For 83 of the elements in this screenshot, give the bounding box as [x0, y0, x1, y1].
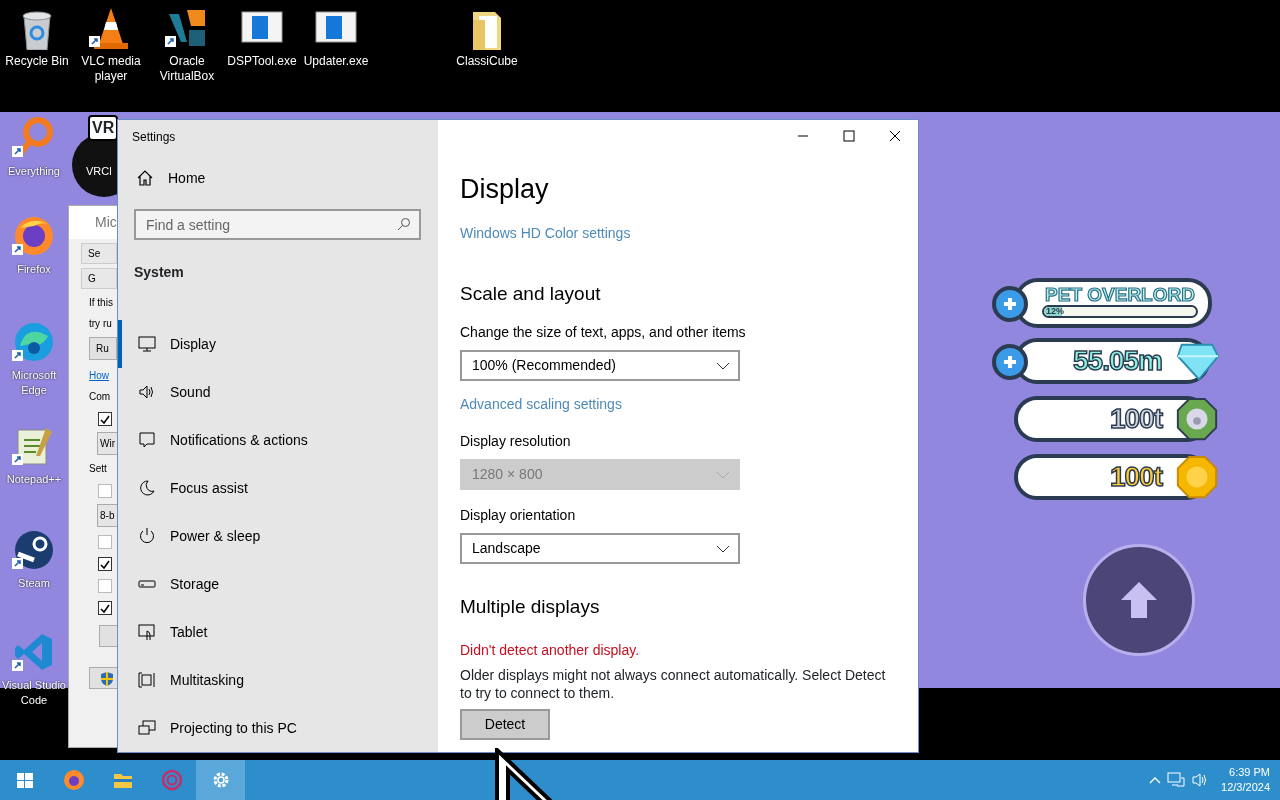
section-heading: Multiple displays [460, 595, 601, 619]
icon-label[interactable]: Updater.exe [303, 54, 369, 69]
dropdown[interactable]: Landscape [460, 533, 740, 564]
rank-title: PET OVERLORD [1045, 284, 1195, 305]
notifications-icon [138, 431, 156, 449]
tab[interactable]: Se [81, 243, 117, 264]
field-label: Change the size of text, apps, and other items [460, 323, 747, 342]
checkbox[interactable] [98, 412, 112, 426]
display-icon [138, 335, 156, 353]
ring-icon [160, 769, 183, 791]
icon-label[interactable]: DSPTool.exe [227, 54, 297, 69]
sidebar-item[interactable]: Multitasking [118, 656, 438, 704]
clock[interactable]: 6:39 PM 12/3/2024 [1221, 765, 1270, 795]
checkbox[interactable] [98, 484, 112, 498]
dropdown-field[interactable]: Wir [97, 432, 117, 455]
icon-label[interactable]: VLC media player [74, 54, 148, 84]
page-title: Display [460, 173, 550, 206]
icon-label[interactable]: ClassiCube [456, 54, 518, 69]
window-title: Mic [69, 206, 117, 239]
browser-icon[interactable] [12, 214, 56, 258]
tablet-icon [138, 623, 156, 641]
icon-label[interactable]: Oracle VirtualBox [150, 54, 224, 84]
checkbox[interactable] [98, 601, 112, 615]
currency-amount: 100t [1109, 405, 1162, 433]
chevron-down-icon [716, 544, 730, 553]
shield-button[interactable] [89, 667, 117, 689]
coin-icon [1174, 455, 1220, 501]
projecting-icon [138, 719, 156, 737]
description-text: Older displays might not always connect automatically. Select Detect to try to connect to them. [460, 666, 887, 702]
checkbox[interactable] [98, 557, 112, 571]
text-label: Com [89, 390, 111, 404]
link[interactable]: Windows HD Color settings [460, 223, 631, 243]
chevron-down-icon [716, 470, 730, 479]
button[interactable]: Ru [89, 337, 117, 360]
sidebar-item[interactable]: Storage [118, 560, 438, 608]
up-arrow-icon [1119, 580, 1159, 620]
multitasking-icon [138, 671, 156, 689]
text-label: try ru [89, 317, 112, 331]
text-label: If this [89, 296, 113, 310]
network-icon[interactable] [1167, 772, 1186, 788]
sidebar-item[interactable]: Tablet [118, 608, 438, 656]
chevron-down-icon [716, 361, 730, 370]
currency-amount: 100t [1109, 463, 1162, 491]
shield-icon [100, 671, 114, 688]
magnifier-icon[interactable] [12, 116, 56, 160]
chevron-up-icon[interactable] [1149, 776, 1162, 784]
disc-icon[interactable] [12, 528, 56, 572]
sidebar-item[interactable]: Power & sleep [118, 512, 438, 560]
sound-icon [138, 383, 156, 401]
dropdown-field[interactable]: 8-b [97, 504, 117, 527]
icon-label[interactable]: Recycle Bin [5, 54, 69, 69]
checkbox[interactable] [98, 579, 112, 593]
search-field[interactable]: Find a setting [134, 209, 421, 240]
field-label: Display resolution [460, 432, 572, 451]
section-heading: Scale and layout [460, 282, 602, 306]
maximize-icon[interactable] [843, 130, 855, 142]
link[interactable]: Advanced scaling settings [460, 394, 622, 414]
section-heading: System [134, 263, 185, 282]
power-icon [138, 527, 156, 545]
detect-button[interactable]: Detect [460, 709, 550, 740]
browser-icon [62, 769, 85, 791]
link[interactable]: How [89, 368, 109, 383]
taskbar-button[interactable] [196, 760, 245, 800]
window-title: Settings [131, 129, 177, 146]
currency-amount: 55.05m [1073, 347, 1162, 375]
field-label: Display orientation [460, 506, 577, 525]
sidebar-item[interactable]: Notifications & actions [118, 416, 438, 464]
sidebar-item[interactable]: Sound [118, 368, 438, 416]
text-label: Sett [89, 462, 107, 476]
sidebar-item[interactable]: Projecting to this PC [118, 704, 438, 752]
error-message: Didn't detect another display. [460, 641, 641, 660]
focus-icon [138, 479, 156, 497]
tab[interactable]: G [81, 268, 117, 289]
icon-label[interactable]: Visual Studio Code [0, 678, 68, 708]
sidebar-item[interactable]: Focus assist [118, 464, 438, 512]
close-icon[interactable] [889, 130, 901, 142]
checkbox[interactable] [98, 535, 112, 549]
browser-icon[interactable] [12, 320, 56, 364]
dropdown: 1280 × 800 [460, 459, 740, 490]
dropdown[interactable]: 100% (Recommended) [460, 350, 740, 381]
search-icon[interactable] [397, 217, 411, 231]
home-link[interactable]: Home [118, 154, 438, 202]
home-icon [136, 169, 154, 187]
